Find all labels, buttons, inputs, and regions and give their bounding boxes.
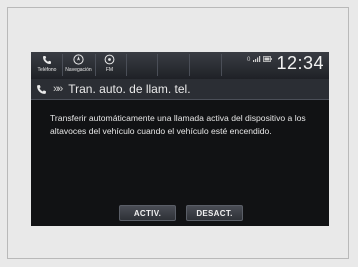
title-bar: »» Tran. auto. de llam. tel. xyxy=(31,79,329,99)
battery-icon xyxy=(262,56,272,64)
statusbar-divider xyxy=(221,54,222,76)
compass-icon xyxy=(72,53,86,66)
tray-count: 0 xyxy=(247,57,251,63)
phone-icon xyxy=(40,53,54,66)
statusbar-divider xyxy=(126,54,127,76)
title-divider xyxy=(31,99,329,100)
phone-shortcut-button[interactable]: Teléfono xyxy=(34,53,60,78)
radio-icon xyxy=(103,53,117,66)
phone-shortcut-label: Teléfono xyxy=(37,67,57,73)
fm-shortcut-label: FM xyxy=(105,67,114,73)
infotainment-screen: Teléfono Navegación FM 0 12:34 »» Tran. … xyxy=(31,52,329,226)
deactivate-button[interactable]: DESACT. xyxy=(186,205,243,221)
statusbar-divider xyxy=(95,54,96,76)
clock: 12:34 xyxy=(276,53,324,73)
page-title: Tran. auto. de llam. tel. xyxy=(68,82,191,96)
status-bar: Teléfono Navegación FM 0 12:34 xyxy=(31,52,329,79)
statusbar-divider xyxy=(157,54,158,76)
activate-button[interactable]: ACTIV. xyxy=(119,205,176,221)
statusbar-divider xyxy=(189,54,190,76)
breadcrumb-chevron-icon: »» xyxy=(53,83,63,95)
navigation-shortcut-button[interactable]: Navegación xyxy=(63,53,94,78)
phone-icon xyxy=(36,83,48,95)
fm-shortcut-button[interactable]: FM xyxy=(97,53,122,78)
status-tray: 0 xyxy=(247,56,272,64)
navigation-shortcut-label: Navegación xyxy=(65,67,92,73)
setting-description: Transferir automáticamente una llamada a… xyxy=(50,113,306,136)
signal-icon xyxy=(252,56,261,64)
